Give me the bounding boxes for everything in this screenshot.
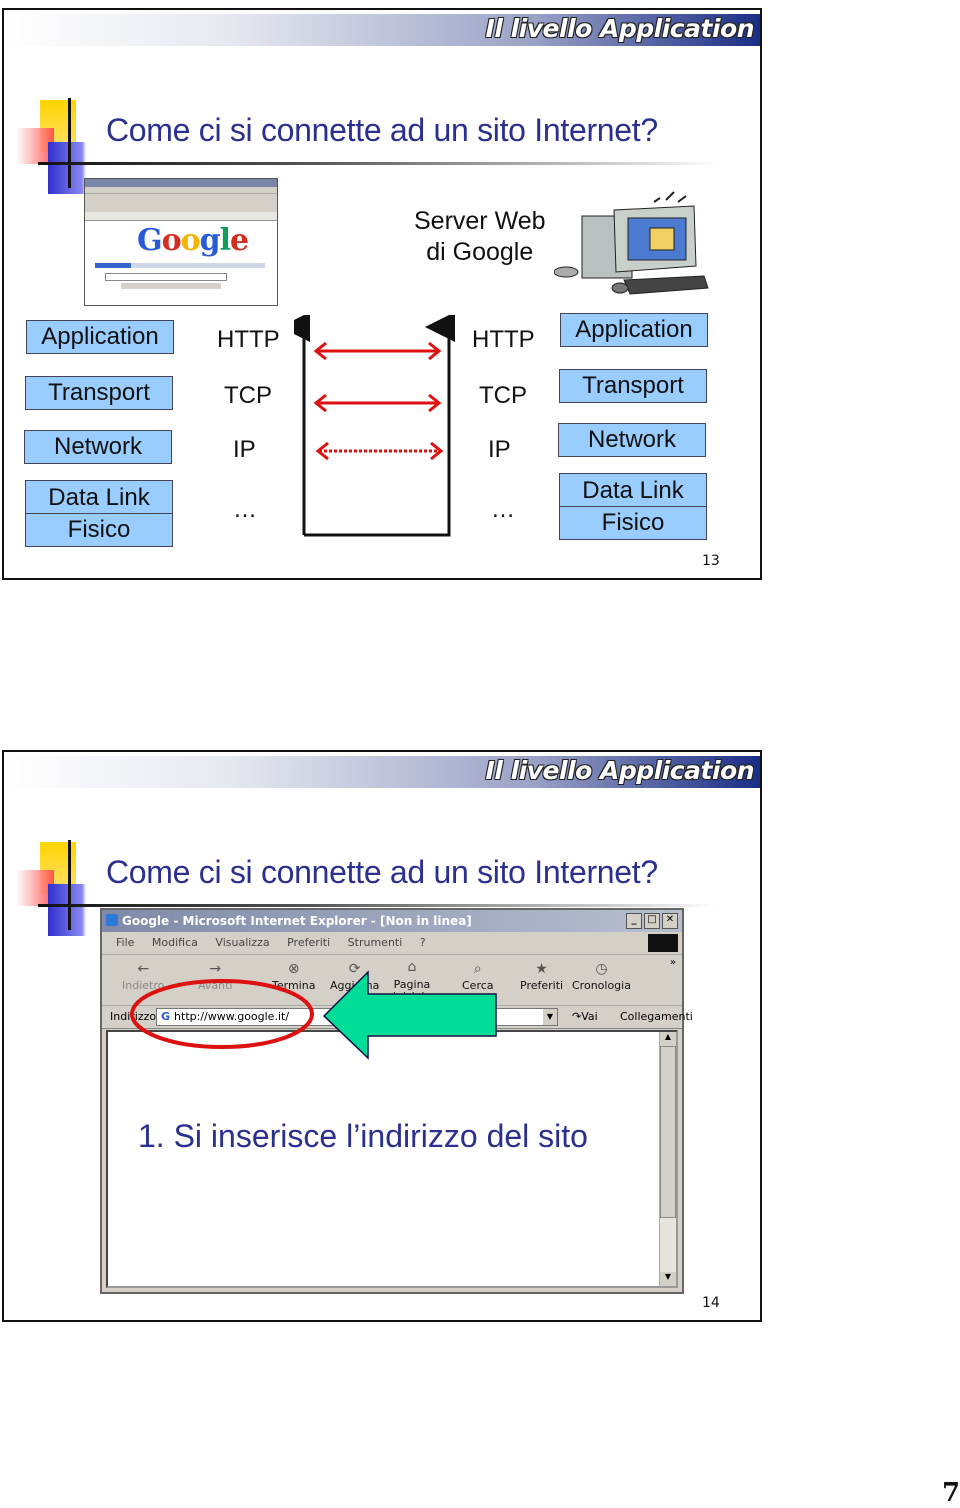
highlight-ellipse [130, 979, 314, 1049]
document-page-number: 7 [942, 1478, 960, 1508]
pointer-arrow-icon [322, 970, 497, 1060]
annotation-overlay [130, 970, 497, 1060]
